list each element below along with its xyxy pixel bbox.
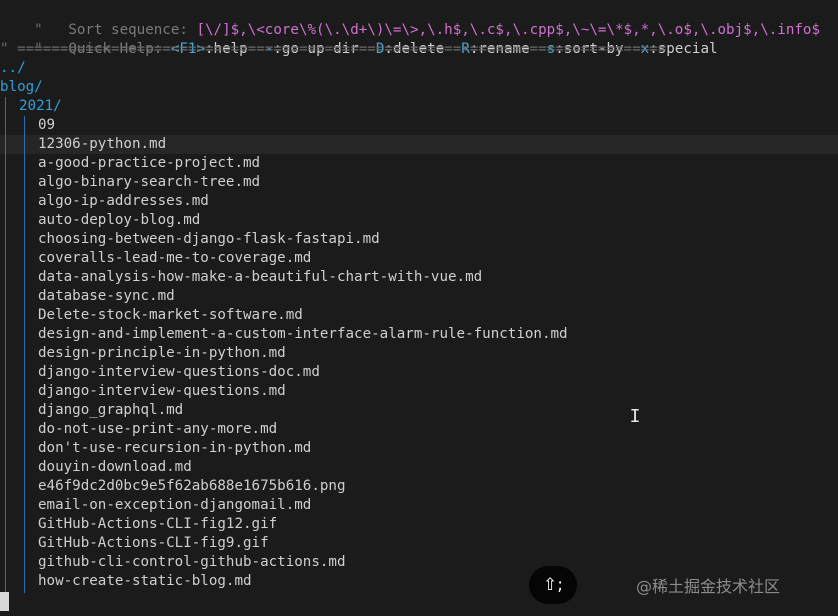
tree-item-dir-blog[interactable]: blog/	[0, 78, 838, 97]
keystroke-hint: ⇧;	[529, 566, 577, 604]
tree-item-file[interactable]: a-good-practice-project.md	[0, 154, 838, 173]
text-cursor-ibeam-icon: 𝙸	[629, 406, 641, 427]
tree-guide-level-2	[24, 116, 25, 593]
tree-item-file[interactable]: algo-ip-addresses.md	[0, 192, 838, 211]
watermark: @稀土掘金技术社区	[636, 577, 781, 596]
tree-item-parent-dir[interactable]: ../	[0, 59, 838, 78]
terminal-cursor	[0, 592, 9, 611]
tree-item-file[interactable]: coveralls-lead-me-to-coverage.md	[0, 249, 838, 268]
tree-item-file[interactable]: 12306-python.md	[0, 135, 838, 154]
tree-item-file[interactable]: django_graphql.md	[0, 401, 838, 420]
tree-item-dir-2021[interactable]: 2021/	[0, 97, 838, 116]
tree-item-file[interactable]: django-interview-questions.md	[0, 382, 838, 401]
tree-item-file[interactable]: do-not-use-print-any-more.md	[0, 420, 838, 439]
tree-item-file[interactable]: choosing-between-django-flask-fastapi.md	[0, 230, 838, 249]
tree-item-file[interactable]: data-analysis-how-make-a-beautiful-chart…	[0, 268, 838, 287]
sort-sequence-line: " Sort sequence: [\/]$,\<core\%(\.\d+\)\…	[0, 2, 838, 38]
tree-item-file[interactable]: github-cli-control-github-actions.md	[0, 553, 838, 572]
tree-item-file[interactable]: design-principle-in-python.md	[0, 344, 838, 363]
tree-item-file[interactable]: django-interview-questions-doc.md	[0, 363, 838, 382]
tree-item-file[interactable]: algo-binary-search-tree.md	[0, 173, 838, 192]
tree-item-file[interactable]: don't-use-recursion-in-python.md	[0, 439, 838, 458]
tree-item-file[interactable]: email-on-exception-djangomail.md	[0, 496, 838, 515]
tree-item-file[interactable]: Delete-stock-market-software.md	[0, 306, 838, 325]
tree-item-file[interactable]: design-and-implement-a-custom-interface-…	[0, 325, 838, 344]
tree-item-file[interactable]: GitHub-Actions-CLI-fig12.gif	[0, 515, 838, 534]
tree-item-file[interactable]: 09	[0, 116, 838, 135]
header-separator: " ======================================…	[0, 41, 667, 57]
tree-item-file[interactable]: auto-deploy-blog.md	[0, 211, 838, 230]
tree-item-file[interactable]: douyin-download.md	[0, 458, 838, 477]
quick-help-line: " Quick Help: <F1>:help -:go up dir D:de…	[0, 21, 838, 57]
tree-item-file[interactable]: GitHub-Actions-CLI-fig9.gif	[0, 534, 838, 553]
tree-item-file[interactable]: database-sync.md	[0, 287, 838, 306]
netrw-file-browser: " Sort sequence: [\/]$,\<core\%(\.\d+\)\…	[0, 0, 838, 616]
tree-item-file[interactable]: e46f9dc2d0bc9e5f62ab688e1675b616.png	[0, 477, 838, 496]
tree-guide-level-1	[5, 97, 6, 593]
